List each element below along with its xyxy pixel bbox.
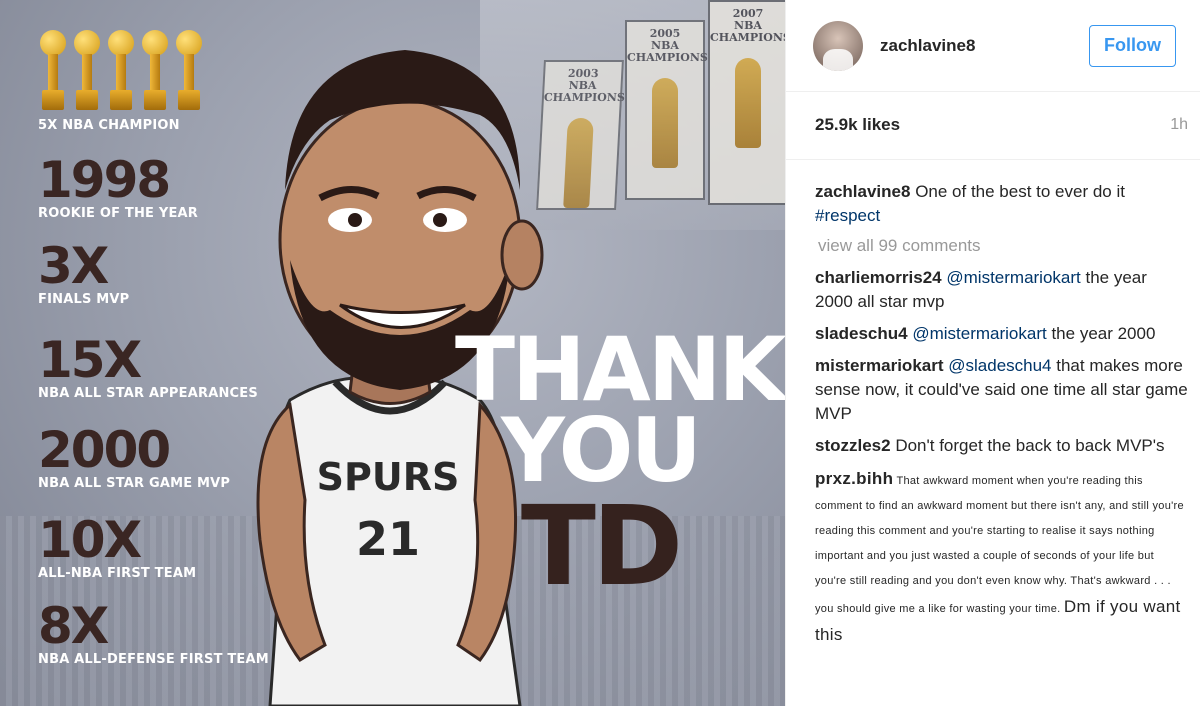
stat-label: NBA ALL STAR APPEARANCES [38, 386, 258, 401]
stat-label: 5X NBA CHAMPION [38, 118, 180, 133]
stat-value: 10X [38, 511, 142, 569]
stat-finals-mvp: 3X FINALS MVP [38, 240, 129, 307]
trophy-icon [174, 30, 202, 112]
post-timestamp[interactable]: 1h [1170, 116, 1188, 134]
stat-label: NBA ALL STAR GAME MVP [38, 476, 231, 491]
trophy-icon [735, 58, 761, 148]
jersey-number: 21 [356, 512, 420, 566]
comment-username[interactable]: zachlavine8 [815, 182, 910, 201]
stat-rookie: 1998 ROOKIE OF THE YEAR [38, 154, 198, 221]
follow-button[interactable]: Follow [1089, 24, 1176, 67]
comment-username[interactable]: prxz.bihh [815, 469, 893, 488]
banner-text: NBA CHAMPIONS [627, 39, 708, 64]
post-header: zachlavine8 Follow [786, 0, 1200, 92]
stat-championships: 5X NBA CHAMPION [38, 118, 180, 133]
championship-banner: 2005 NBA CHAMPIONS [625, 20, 708, 200]
comment-item: prxz.bihh That awkward moment when you'r… [815, 466, 1188, 650]
trophy-icon [652, 78, 678, 168]
trophy-row [38, 30, 202, 112]
trophy-icon [72, 30, 100, 112]
likes-row: 25.9k likes 1h [786, 105, 1200, 145]
jersey-team: SPURS [317, 455, 460, 499]
stat-label: ROOKIE OF THE YEAR [38, 206, 199, 221]
stat-all-star-mvp: 2000 NBA ALL STAR GAME MVP [38, 424, 230, 491]
stat-all-nba: 10X ALL-NBA FIRST TEAM [38, 514, 196, 581]
post-image[interactable]: 2003 NBA CHAMPIONS 2005 NBA CHAMPIONS 20… [0, 0, 785, 706]
championship-banner: 2007 NBA CHAMPIONS [708, 0, 785, 205]
thank-line-3: TD [520, 481, 683, 610]
avatar[interactable] [813, 20, 863, 71]
comments-list: zachlavine8 One of the best to ever do i… [786, 159, 1200, 650]
comment-mention[interactable]: @mistermariokart [946, 268, 1080, 287]
view-all-comments-link[interactable]: view all 99 comments [818, 236, 1188, 256]
trophy-icon [106, 30, 134, 112]
thank-line-2: YOU [501, 398, 702, 502]
banner-text: NBA CHAMPIONS [543, 79, 626, 104]
trophy-icon [38, 30, 66, 112]
banner-text: NBA CHAMPIONS [710, 19, 785, 44]
post-sidebar: zachlavine8 Follow 25.9k likes 1h zachla… [785, 0, 1200, 706]
trophy-icon [563, 118, 594, 208]
likes-count[interactable]: 25.9k likes [815, 115, 900, 135]
comment-username[interactable]: stozzles2 [815, 436, 891, 455]
comment-username[interactable]: sladeschu4 [815, 324, 908, 343]
stat-label: ALL-NBA FIRST TEAM [38, 566, 197, 581]
stat-value: 15X [38, 331, 142, 389]
comment-text: That awkward moment when you're reading … [815, 475, 1184, 615]
comment-text: Don't forget the back to back MVP's [895, 436, 1165, 455]
caption: zachlavine8 One of the best to ever do i… [815, 180, 1188, 228]
comment-username[interactable]: mistermariokart [815, 356, 944, 375]
header-username[interactable]: zachlavine8 [880, 36, 1089, 56]
comment-mention[interactable]: @sladeschu4 [948, 356, 1051, 375]
stat-value: 2000 [38, 421, 171, 479]
stat-all-star: 15X NBA ALL STAR APPEARANCES [38, 334, 258, 401]
stat-value: 3X [38, 237, 109, 295]
hashtag-link[interactable]: #respect [815, 206, 880, 225]
stat-value: 1998 [38, 151, 171, 209]
caption-text: One of the best to ever do it [915, 182, 1125, 201]
trophy-icon [140, 30, 168, 112]
comment-username[interactable]: charliemorris24 [815, 268, 942, 287]
comment-text: the year 2000 [1046, 324, 1156, 343]
stat-label: FINALS MVP [38, 292, 130, 307]
comment-item: charliemorris24 @mistermariokart the yea… [815, 266, 1188, 314]
thank-you-graphic: THANK YOU TD [455, 326, 785, 610]
comment-mention[interactable]: @mistermariokart [912, 324, 1046, 343]
comment-item: mistermariokart @sladeschu4 that makes m… [815, 354, 1188, 426]
comment-item: sladeschu4 @mistermariokart the year 200… [815, 322, 1188, 346]
comment-item: stozzles2 Don't forget the back to back … [815, 434, 1188, 458]
